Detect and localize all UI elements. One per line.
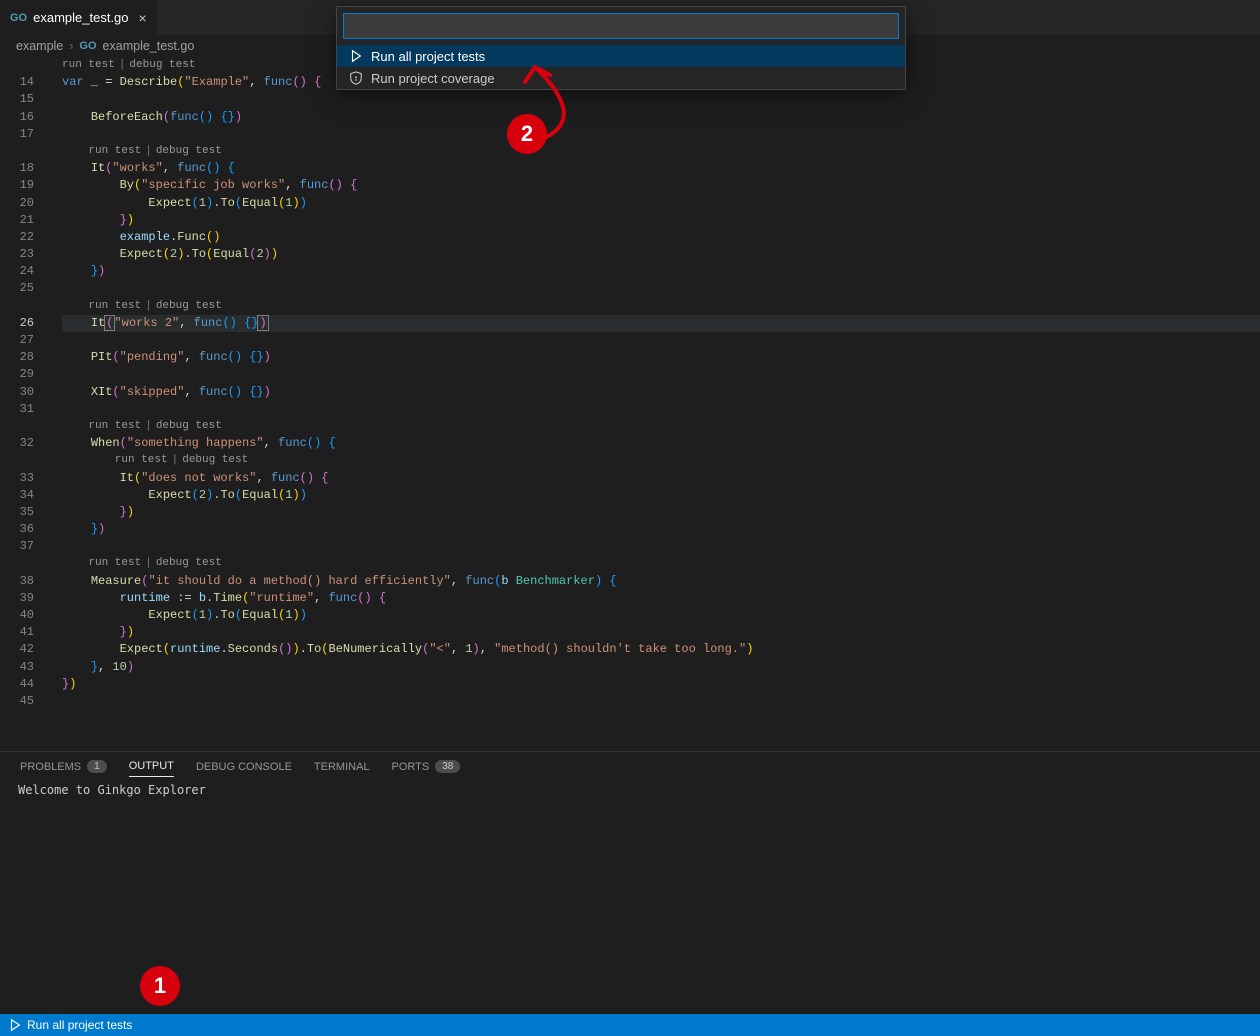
tab-filename: example_test.go bbox=[33, 10, 128, 25]
codelens: run test|debug test bbox=[62, 143, 1260, 160]
codelens: run test|debug test bbox=[62, 418, 1260, 435]
panel-tab-terminal[interactable]: TERMINAL bbox=[314, 761, 370, 773]
chevron-right-icon: › bbox=[69, 39, 73, 53]
codelens-debug[interactable]: debug test bbox=[156, 555, 222, 572]
codelens-run[interactable]: run test bbox=[88, 555, 141, 572]
bottom-panel: PROBLEMS 1 OUTPUT DEBUG CONSOLE TERMINAL… bbox=[0, 751, 1260, 1014]
line-gutter: 14 15 16 17 18 19 20 21 22 23 24 25 26 2… bbox=[0, 57, 52, 710]
breadcrumb-folder[interactable]: example bbox=[16, 39, 63, 53]
command-item-run-all-tests[interactable]: Run all project tests bbox=[337, 45, 905, 67]
panel-tab-debug-console[interactable]: DEBUG CONSOLE bbox=[196, 761, 292, 773]
play-icon bbox=[349, 49, 363, 63]
shield-icon bbox=[349, 71, 363, 85]
command-palette-input[interactable] bbox=[343, 13, 899, 39]
codelens: run test|debug test bbox=[62, 452, 1260, 469]
panel-tab-output[interactable]: OUTPUT bbox=[129, 760, 174, 777]
ports-badge: 38 bbox=[435, 760, 460, 773]
editor-tab-active[interactable]: GO example_test.go × bbox=[0, 0, 157, 35]
codelens-debug[interactable]: debug test bbox=[182, 452, 248, 469]
go-file-icon: GO bbox=[10, 12, 27, 24]
play-icon bbox=[8, 1018, 22, 1032]
status-run-all-tests[interactable]: Run all project tests bbox=[8, 1018, 132, 1032]
statusbar: Run all project tests bbox=[0, 1014, 1260, 1036]
codelens-debug[interactable]: debug test bbox=[156, 298, 222, 315]
go-file-icon: GO bbox=[79, 40, 96, 52]
code-editor[interactable]: 14 15 16 17 18 19 20 21 22 23 24 25 26 2… bbox=[0, 57, 1260, 710]
codelens-run[interactable]: run test bbox=[88, 298, 141, 315]
codelens-run[interactable]: run test bbox=[88, 143, 141, 160]
codelens-run[interactable]: run test bbox=[88, 418, 141, 435]
output-content: Welcome to Ginkgo Explorer bbox=[0, 779, 1260, 801]
annotation-1: 1 bbox=[140, 966, 180, 1006]
panel-tab-ports[interactable]: PORTS 38 bbox=[392, 760, 461, 773]
command-palette-list: Run all project tests Run project covera… bbox=[337, 45, 905, 89]
codelens-debug[interactable]: debug test bbox=[156, 143, 222, 160]
code-content[interactable]: run test|debug test var _ = Describe("Ex… bbox=[62, 57, 1260, 710]
command-item-run-coverage[interactable]: Run project coverage bbox=[337, 67, 905, 89]
codelens-debug[interactable]: debug test bbox=[129, 57, 195, 74]
codelens-debug[interactable]: debug test bbox=[156, 418, 222, 435]
codelens: run test|debug test bbox=[62, 298, 1260, 315]
problems-badge: 1 bbox=[87, 760, 107, 773]
panel-tabs: PROBLEMS 1 OUTPUT DEBUG CONSOLE TERMINAL… bbox=[0, 752, 1260, 779]
command-palette: Run all project tests Run project covera… bbox=[336, 6, 906, 90]
codelens: run test|debug test bbox=[62, 555, 1260, 572]
breadcrumb-file[interactable]: example_test.go bbox=[103, 39, 195, 53]
codelens-run[interactable]: run test bbox=[62, 57, 115, 74]
annotation-2: 2 bbox=[507, 114, 547, 154]
panel-tab-problems[interactable]: PROBLEMS 1 bbox=[20, 760, 107, 773]
close-icon[interactable]: × bbox=[139, 10, 147, 26]
codelens-run[interactable]: run test bbox=[115, 452, 168, 469]
